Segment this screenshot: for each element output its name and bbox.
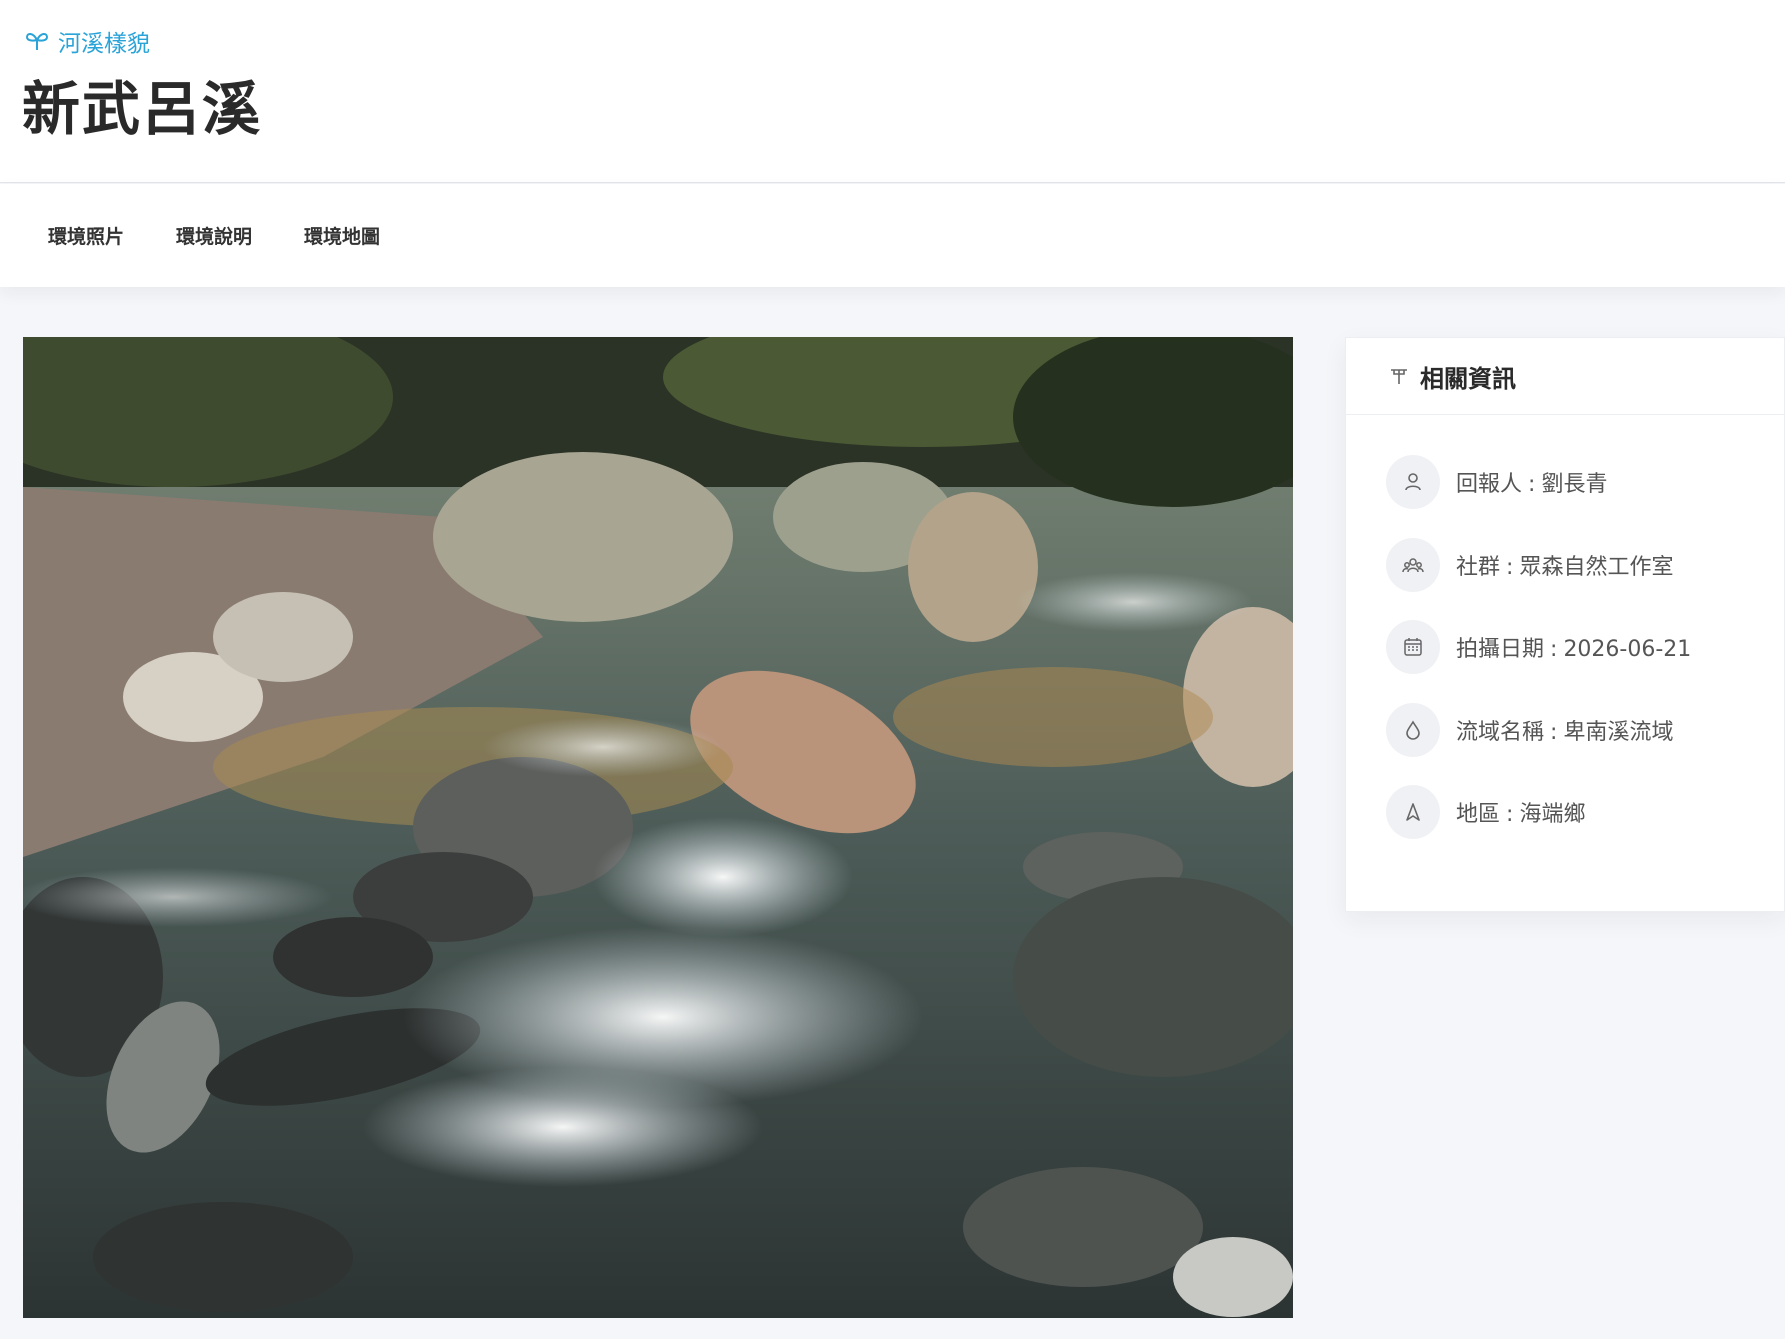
category-label: 河溪樣貌	[24, 24, 150, 58]
info-row-date: 拍攝日期:2026-06-21	[1346, 620, 1784, 674]
tab-map[interactable]: 環境地圖	[304, 222, 380, 249]
environment-photo	[23, 337, 1293, 1318]
info-text: 回報人: 劉長青	[1456, 472, 1608, 497]
sprout-icon	[25, 33, 49, 50]
calendar-icon	[1386, 620, 1440, 674]
category-text: 河溪樣貌	[58, 31, 150, 57]
location-icon	[1386, 785, 1440, 839]
tab-description[interactable]: 環境說明	[176, 222, 252, 249]
tab-bar: 環境照片 環境說明 環境地圖	[0, 184, 1785, 287]
person-icon	[1386, 455, 1440, 509]
info-list: 回報人: 劉長青 社群: 眾森自然工作室 拍攝日期:2026-06-21 流域名稱:…	[1346, 415, 1784, 839]
info-text: 流域名稱: 卑南溪流域	[1456, 719, 1674, 745]
related-info-panel: 相關資訊 回報人: 劉長青 社群: 眾森自然工作室 拍攝日期:2026-06-21 …	[1345, 337, 1785, 912]
page-title: 新武呂溪	[22, 75, 263, 143]
info-row-region: 地區: 海端鄉	[1346, 785, 1784, 839]
info-text: 地區: 海端鄉	[1456, 802, 1586, 827]
info-row-community: 社群: 眾森自然工作室	[1346, 537, 1784, 592]
river-photo-illustration	[23, 337, 1293, 1318]
tab-photos[interactable]: 環境照片	[48, 222, 124, 249]
group-icon	[1386, 537, 1440, 592]
signpost-icon	[1391, 369, 1407, 384]
info-text: 拍攝日期:2026-06-21	[1456, 637, 1692, 662]
panel-title: 相關資訊	[1420, 364, 1516, 393]
info-text: 社群: 眾森自然工作室	[1456, 554, 1674, 580]
info-row-basin: 流域名稱: 卑南溪流域	[1346, 702, 1784, 757]
panel-header: 相關資訊	[1346, 338, 1784, 415]
page-header: 河溪樣貌 新武呂溪	[0, 0, 1785, 183]
info-row-reporter: 回報人: 劉長青	[1346, 455, 1784, 509]
droplet-icon	[1386, 702, 1440, 757]
